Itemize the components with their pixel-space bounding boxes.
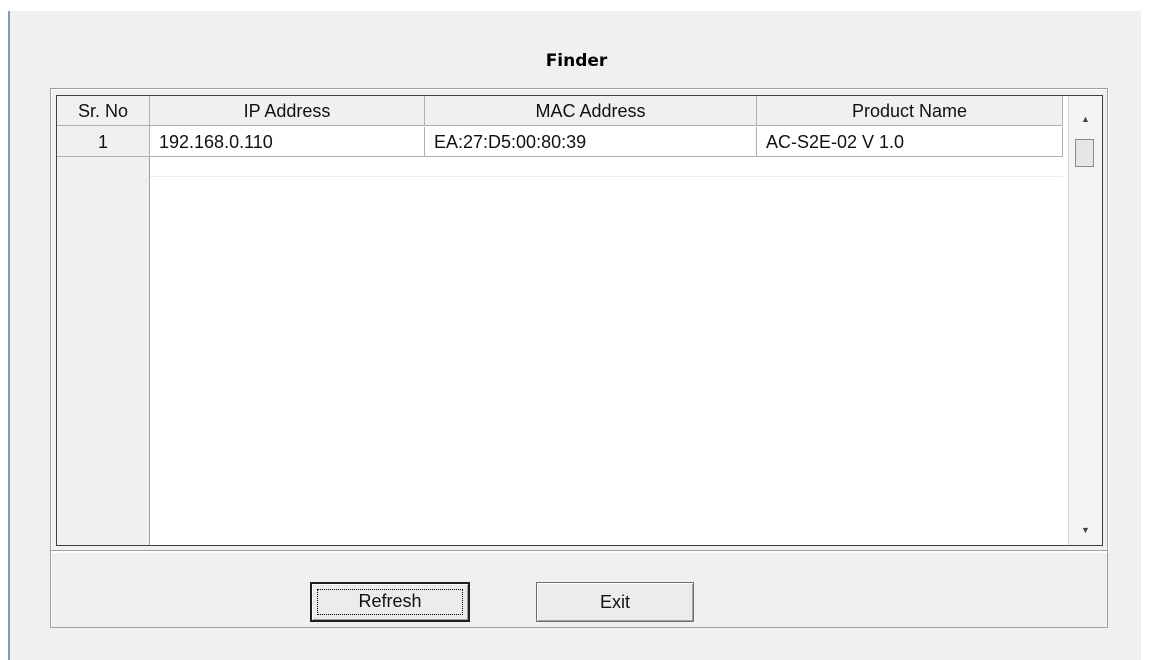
cell-sr-no[interactable]: 1: [57, 127, 150, 157]
vertical-scrollbar[interactable]: ▲ ▼: [1068, 96, 1102, 545]
arrow-down-icon[interactable]: ▼: [1069, 517, 1102, 543]
table-row[interactable]: 1 192.168.0.110 EA:27:D5:00:80:39 AC-S2E…: [57, 127, 1063, 157]
column-header-product-name[interactable]: Product Name: [757, 96, 1063, 126]
cell-product-name[interactable]: AC-S2E-02 V 1.0: [757, 127, 1063, 157]
column-header-mac-address[interactable]: MAC Address: [425, 96, 757, 126]
column-header-sr-no[interactable]: Sr. No: [57, 96, 150, 126]
window-title: Finder: [545, 51, 608, 71]
table-header-row: Sr. No IP Address MAC Address Product Na…: [57, 96, 1063, 126]
row-header-column: [57, 96, 150, 545]
exit-button[interactable]: Exit: [536, 582, 694, 622]
refresh-button-label: Refresh: [358, 591, 422, 611]
cell-mac-address[interactable]: EA:27:D5:00:80:39: [425, 127, 757, 157]
arrow-up-icon[interactable]: ▲: [1069, 106, 1102, 132]
scrollbar-thumb[interactable]: [1075, 139, 1094, 167]
column-header-ip-address[interactable]: IP Address: [150, 96, 425, 126]
refresh-button[interactable]: Refresh: [310, 582, 470, 622]
device-table[interactable]: Sr. No IP Address MAC Address Product Na…: [56, 95, 1103, 546]
exit-button-label: Exit: [599, 592, 630, 612]
row-divider: [150, 176, 1063, 177]
cell-ip-address[interactable]: 192.168.0.110: [150, 127, 425, 157]
